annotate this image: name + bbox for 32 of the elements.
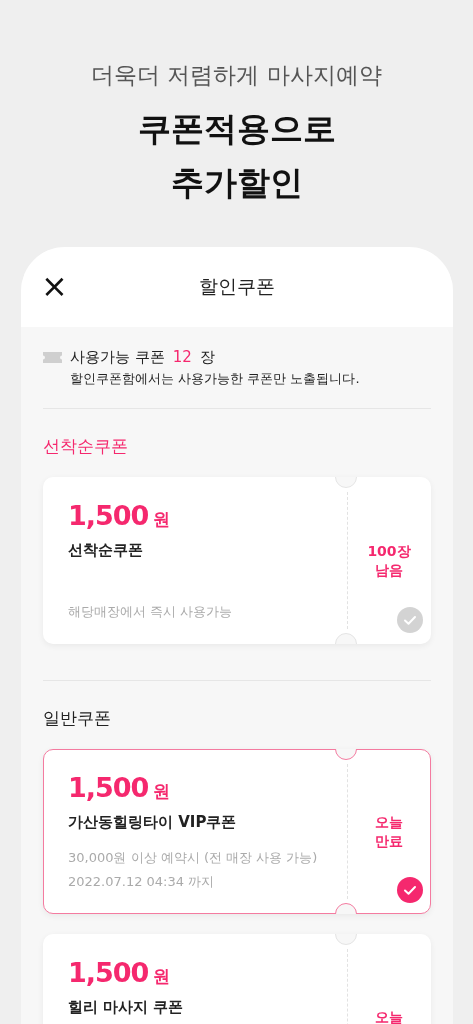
- screen-title: 할인쿠폰: [199, 274, 275, 299]
- coupon-detail: 30,000원 이상 예약시 (전 매장 사용 가능): [68, 849, 319, 867]
- coupon-count: 12: [172, 348, 192, 366]
- check-icon[interactable]: [397, 877, 423, 903]
- coupon-status: 100장 남음: [367, 541, 411, 580]
- coupon-amount: 1,500: [68, 500, 149, 531]
- coupon-name: 힐리 마사지 쿠폰: [68, 998, 185, 1017]
- coupon-detail: 해당매장에서 즉시 사용가능: [68, 603, 234, 621]
- coupon-card[interactable]: 1,500 원 힐리 마사지 쿠폰 오늘: [43, 934, 431, 1024]
- coupon-status: 오늘 만료: [375, 812, 403, 851]
- section-title: 선착순쿠폰: [43, 435, 129, 458]
- coupon-amount: 1,500: [68, 772, 149, 803]
- promo-subtitle: 더욱더 저렴하게 마사지예약: [90, 61, 383, 90]
- currency-unit: 원: [153, 780, 171, 803]
- coupon-detail: 2022.07.12 04:34 까지: [68, 873, 216, 891]
- promo-headline: 추가할인: [169, 162, 304, 204]
- coupon-card[interactable]: 1,500 원 선착순쿠폰 해당매장에서 즉시 사용가능 100장 남음: [43, 477, 431, 644]
- coupon-amount: 1,500: [68, 957, 149, 988]
- coupon-note: 할인쿠폰함에서는 사용가능한 쿠폰만 노출됩니다.: [69, 370, 361, 388]
- available-label: 사용가능 쿠폰: [70, 347, 165, 367]
- coupon-status: 오늘: [375, 1008, 403, 1024]
- ticket-icon: [43, 351, 62, 363]
- coupon-name: 가산동힐링타이 VIP쿠폰: [68, 813, 238, 832]
- check-icon[interactable]: [397, 607, 423, 633]
- promo-headline: 쿠폰적용으로: [136, 108, 337, 150]
- currency-unit: 원: [153, 508, 171, 531]
- section-title: 일반쿠폰: [43, 707, 112, 730]
- count-unit: 장: [199, 347, 215, 367]
- close-button[interactable]: ×: [41, 269, 68, 303]
- currency-unit: 원: [153, 965, 171, 988]
- coupon-name: 선착순쿠폰: [68, 541, 144, 560]
- coupon-card[interactable]: 1,500 원 가산동힐링타이 VIP쿠폰 30,000원 이상 예약시 (전 매장 사용 가능) 2022.07.12 04:34 까지 오늘 만료: [43, 749, 431, 914]
